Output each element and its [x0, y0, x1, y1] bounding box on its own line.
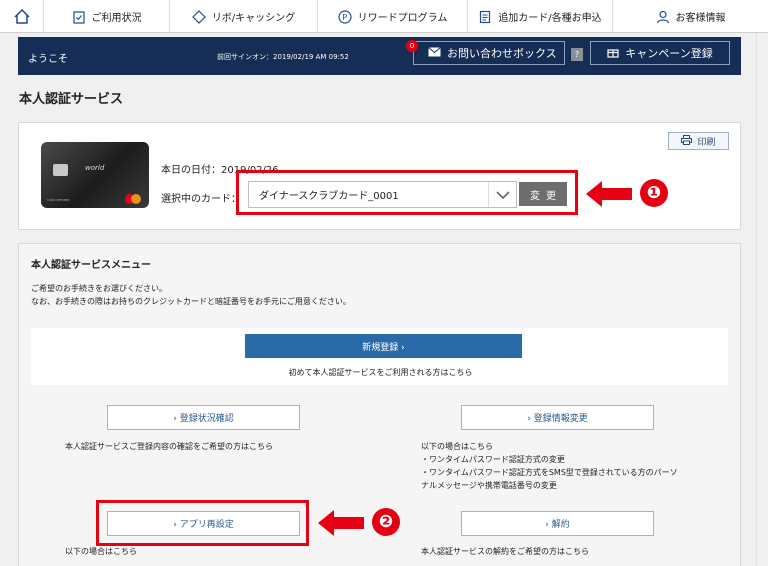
menu-description: ご希望のお手続きをお選びください。 なお、お手続きの際はお持ちのクレジットカード… [31, 282, 351, 308]
note-line: ・ワンタイムパスワード認証方式をSMS型で登録されている方のパーソ [421, 468, 678, 477]
selected-card-label: 選択中のカード： [161, 194, 241, 205]
print-button[interactable]: 印刷 [668, 132, 729, 150]
arrow-left-icon [586, 181, 632, 207]
app-reset-note: 以下の場合はこちら [65, 547, 137, 556]
credit-card-image: world CARD MEMBER [41, 142, 149, 208]
mail-icon [428, 46, 441, 60]
nav-label: 追加カード/各種お申込 [498, 13, 602, 24]
card-brand-text: world [85, 164, 105, 172]
arrow-left-icon [318, 510, 364, 536]
nav-label: リボ/キャッシング [211, 13, 296, 24]
inquiry-box-button[interactable]: お問い合わせボックス [413, 41, 565, 65]
top-navigation: ご利用状況 リボ/キャッシング P リワードプログラム 追加カード/各種お申込 … [0, 0, 768, 33]
new-register-button[interactable]: 新規登録 › [245, 334, 522, 358]
nav-usage-status[interactable]: ご利用状況 [44, 0, 170, 33]
status-check-note: 本人認証サービスご登録内容の確認をご希望の方はこちら [65, 442, 273, 451]
register-note: 初めて本人認証サービスをご利用される方はこちら [288, 368, 473, 377]
document-icon [478, 10, 492, 24]
nav-reward-program[interactable]: P リワードプログラム [318, 0, 468, 33]
note-line: ナルメッセージや携帯電話番号の変更 [421, 481, 557, 490]
print-label: 印刷 [697, 137, 716, 148]
inquiry-label: お問い合わせボックス [447, 47, 557, 60]
step-number-2: ❷ [372, 508, 400, 536]
status-check-button[interactable]: › 登録状況確認 [107, 405, 300, 430]
points-icon: P [338, 9, 352, 24]
scrollbar[interactable] [756, 33, 768, 566]
welcome-bar: ようこそ 前回サインオン：2019/02/19 AM 09:52 お問い合わせボ… [18, 37, 741, 75]
last-signin-time: 前回サインオン：2019/02/19 AM 09:52 [217, 53, 349, 61]
info-change-note: 以下の場合はこちら ・ワンタイムパスワード認証方式の変更 ・ワンタイムパスワード… [421, 440, 678, 492]
highlight-box-app-reset [96, 500, 309, 546]
card-member-text: CARD MEMBER [47, 198, 70, 202]
highlight-box-card-select [236, 170, 578, 215]
nav-label: ご利用状況 [91, 13, 142, 24]
menu-desc-line: なお、お手続きの際はお持ちのクレジットカードと暗証番号をお手元にご用意ください。 [31, 297, 351, 306]
cancel-button[interactable]: › 解約 [461, 511, 654, 536]
nav-additional-card[interactable]: 追加カード/各種お申込 [468, 0, 613, 33]
info-change-button[interactable]: › 登録情報変更 [461, 405, 654, 430]
note-line: 以下の場合はこちら [421, 442, 493, 451]
nav-customer-info[interactable]: お客様情報 [613, 0, 768, 33]
menu-desc-line: ご希望のお手続きをお選びください。 [31, 284, 167, 293]
home-icon [13, 9, 30, 24]
exchange-icon [191, 9, 206, 24]
campaign-register-button[interactable]: キャンペーン登録 [590, 41, 730, 65]
svg-text:P: P [342, 13, 347, 22]
step-number-1: ❶ [640, 179, 668, 207]
page-title: 本人認証サービス [19, 92, 124, 107]
mastercard-logo-right [131, 194, 141, 204]
printer-icon [681, 134, 693, 148]
nav-label: リワードプログラム [357, 13, 448, 24]
gift-icon [607, 46, 619, 61]
note-line: ・ワンタイムパスワード認証方式の変更 [421, 455, 565, 464]
card-chip [53, 164, 68, 176]
clipboard-check-icon [72, 10, 86, 24]
nav-label: お客様情報 [675, 13, 726, 24]
welcome-greeting: ようこそ [28, 54, 68, 65]
inquiry-count-badge: 0 [406, 40, 418, 52]
home-button[interactable] [0, 0, 44, 33]
help-button[interactable]: ? [571, 48, 583, 61]
user-icon [656, 10, 670, 24]
nav-revolving-cashing[interactable]: リボ/キャッシング [170, 0, 318, 33]
campaign-label: キャンペーン登録 [625, 47, 713, 60]
cancel-note: 本人認証サービスの解約をご希望の方はこちら [421, 547, 589, 556]
menu-title: 本人認証サービスメニュー [31, 260, 151, 271]
